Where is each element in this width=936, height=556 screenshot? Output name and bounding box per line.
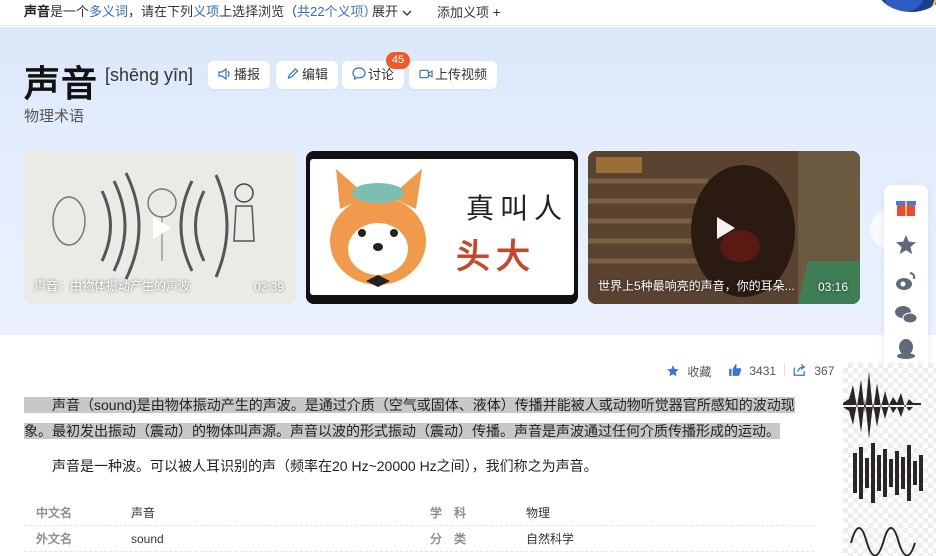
speaker-icon [218, 68, 230, 80]
video-thumbnail [306, 151, 578, 304]
video-card[interactable]: 世界上5种最响亮的声音，你的耳朵... 03:16 [588, 151, 860, 304]
video-card[interactable]: 真叫人 头大 [306, 151, 578, 304]
like-button[interactable]: 3431 [728, 363, 776, 378]
video-duration: 02:39 [253, 280, 284, 294]
polysemy-bar: 声音是一个多义词，请在下列义项上选择浏览（共22个义项） 展开 添加义项 + [0, 0, 936, 26]
channel-watermark [596, 157, 642, 173]
play-icon [717, 216, 735, 239]
play-audio-button[interactable]: 播报 [208, 61, 271, 89]
info-key: 分 类 [430, 532, 467, 546]
collect-button[interactable]: 收藏 [666, 363, 711, 380]
collect-label: 收藏 [687, 365, 712, 379]
pencil-icon [287, 68, 299, 79]
gift-icon[interactable] [894, 195, 918, 219]
play-icon [153, 216, 171, 239]
summary-text-selected: 声音（sound)是由物体振动产生的声波。是通过介质（空气或固体、液体）传播并能… [24, 397, 795, 439]
video-art-text: 真叫人 [466, 192, 569, 225]
summary-paragraph: 声音（sound)是由物体振动产生的声波。是通过介质（空气或固体、液体）传播并能… [24, 392, 806, 444]
polysemy-notice: 声音是一个多义词，请在下列义项上选择浏览（共22个义项） [24, 0, 377, 24]
info-value[interactable]: 物理 [526, 500, 550, 526]
discuss-label: 讨论 [368, 67, 395, 82]
soundwave-image [843, 371, 923, 556]
upload-video-button[interactable]: 上传视频 [409, 61, 498, 89]
divider [358, 6, 359, 19]
video-card[interactable]: 声音：由物体振动产生的声波 02:39 [24, 151, 296, 304]
summary-image[interactable] [843, 363, 936, 556]
edit-button[interactable]: 编辑 [276, 61, 339, 89]
star-icon[interactable] [894, 233, 918, 257]
lemma-subtitle: 物理术语 [24, 108, 85, 125]
share-icon [793, 364, 806, 376]
video-caption: 世界上5种最响亮的声音，你的耳朵... [598, 279, 795, 293]
basic-info-row: 中文名 声音 学 科 物理 [24, 500, 814, 526]
video-duration: 03:16 [817, 280, 848, 294]
upload-label: 上传视频 [435, 67, 488, 82]
info-value[interactable]: 自然科学 [526, 526, 574, 552]
item-count-link[interactable]: 共22个义项 [297, 4, 363, 19]
video-camera-icon [419, 69, 433, 79]
page-title: 声音 [24, 63, 99, 104]
expand-button[interactable]: 展开 [372, 0, 412, 24]
notice-text: 是一个 [50, 4, 90, 19]
share-count: 367 [814, 364, 835, 378]
lemma-header: 声音 [shēng yīn] 播报 编辑 讨论 45 上传视频 物理术语 声音：… [0, 27, 936, 335]
discuss-count-badge: 45 [386, 52, 410, 69]
add-item-label: 添加义项 [437, 5, 490, 20]
weibo-icon[interactable] [894, 269, 918, 293]
summary-paragraph-2: 声音是一种波。可以被人耳识别的声（频率在20 Hz~20000 Hz之间），我们… [52, 458, 598, 474]
share-button[interactable]: 367 [792, 363, 834, 378]
add-item-button[interactable]: 添加义项 + [437, 0, 501, 25]
polysemy-term: 声音 [24, 4, 51, 19]
play-label: 播报 [234, 67, 261, 82]
pinyin: [shēng yīn] [105, 65, 194, 85]
edit-label: 编辑 [302, 67, 329, 82]
info-key: 学 科 [430, 506, 467, 520]
thumbs-up-icon [729, 364, 742, 376]
basic-info-row: 外文名 sound 分 类 自然科学 [24, 526, 814, 552]
item-link[interactable]: 义项 [193, 4, 219, 19]
star-icon [667, 365, 679, 377]
wechat-icon[interactable] [894, 303, 918, 327]
plus-icon: + [492, 4, 501, 20]
comment-icon [352, 67, 366, 80]
polysemy-link[interactable]: 多义词 [89, 4, 128, 19]
info-key: 外文名 [36, 532, 73, 546]
video-caption: 声音：由物体振动产生的声波 [34, 279, 191, 293]
info-value: 声音 [131, 506, 156, 520]
like-count: 3431 [749, 364, 777, 378]
info-key: 中文名 [36, 506, 73, 520]
chevron-down-icon [402, 10, 412, 16]
user-avatar[interactable] [876, 0, 936, 12]
info-value: sound [131, 532, 164, 546]
notice-text: 上选择浏览（ [219, 4, 298, 19]
notice-text: ，请在下列 [128, 4, 194, 19]
expand-label: 展开 [372, 4, 399, 19]
video-art-text: 头大 [456, 237, 536, 277]
qq-icon[interactable] [894, 337, 918, 361]
divider [784, 363, 785, 378]
